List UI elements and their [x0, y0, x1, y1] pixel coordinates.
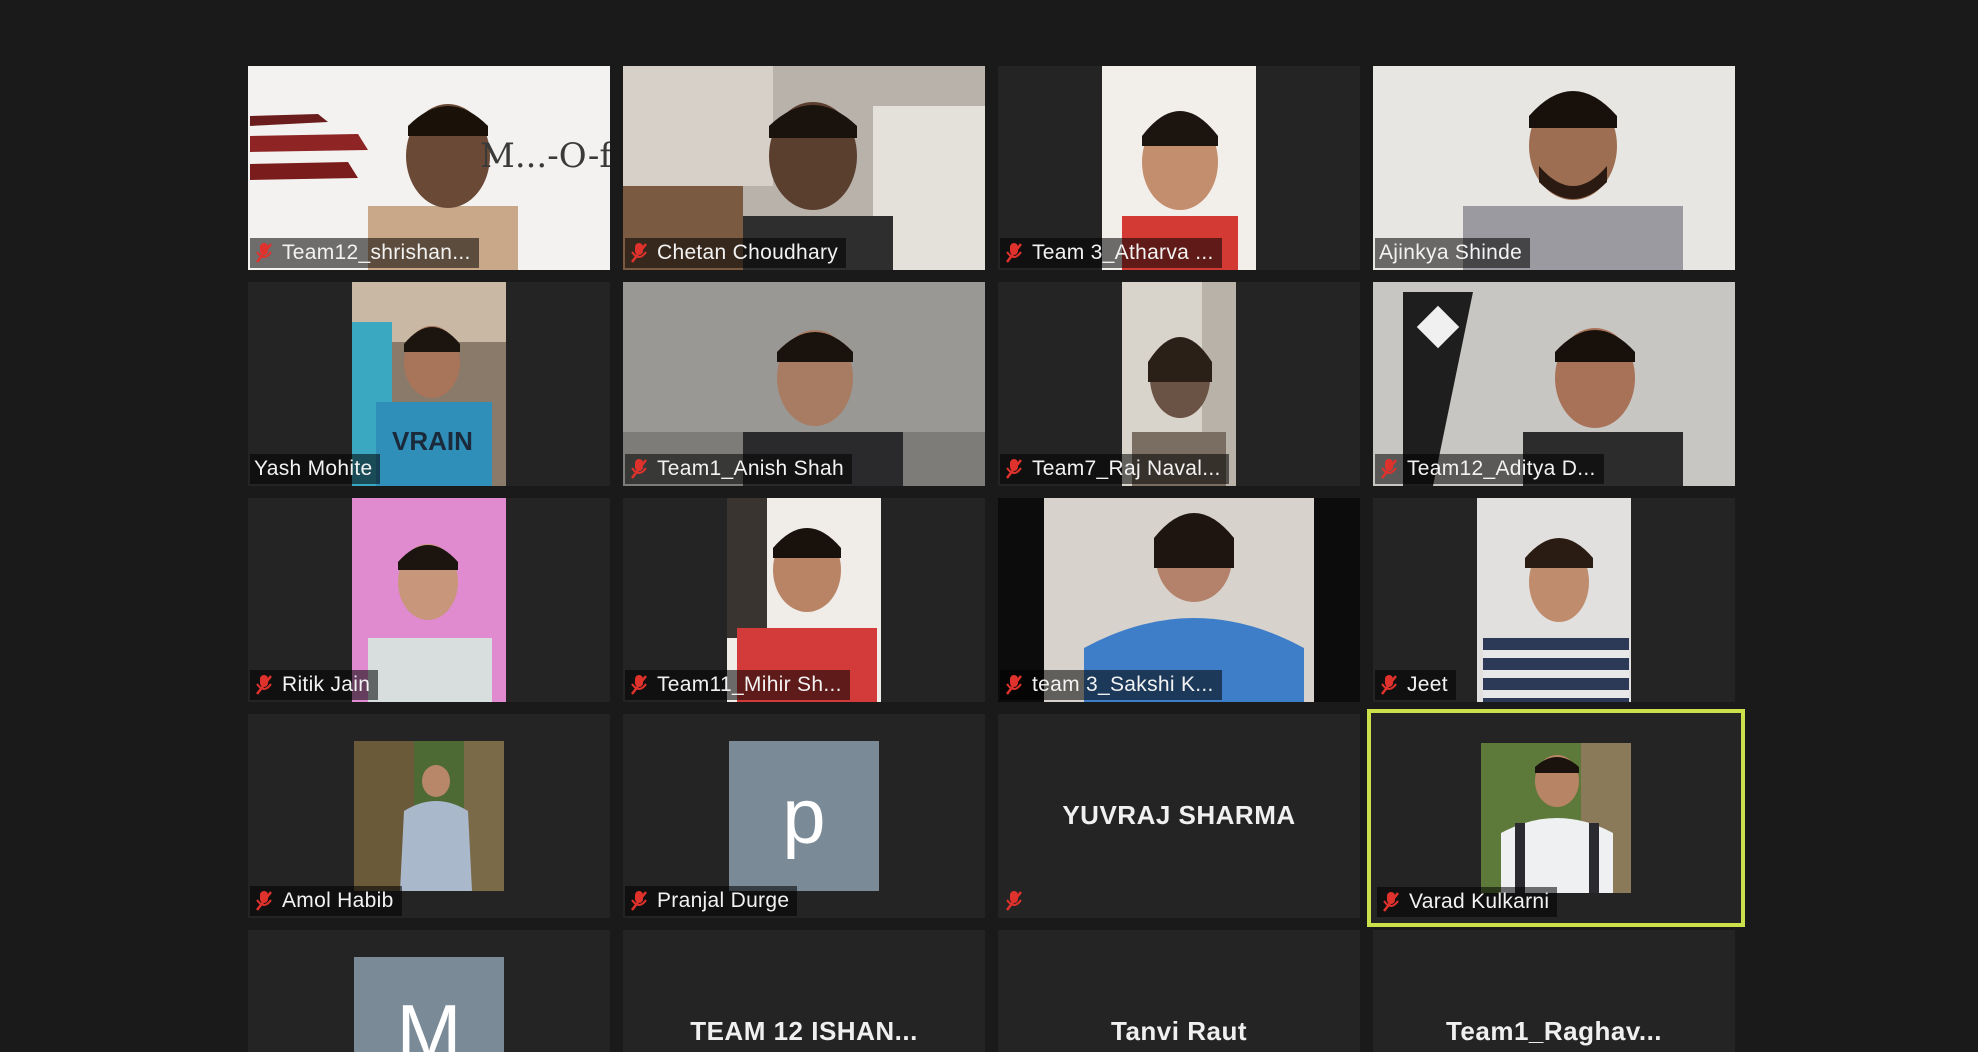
participant-tile[interactable]: Tanvi Raut — [998, 930, 1360, 1052]
meeting-gallery: M...-O-free Team12_shrishan... Chetan Ch… — [0, 0, 1978, 1052]
participant-name: Team 3_Atharva ... — [1032, 241, 1214, 264]
participant-tile[interactable]: Amol Habib — [248, 714, 610, 918]
participant-tile[interactable]: YUVRAJ SHARMA — [998, 714, 1360, 918]
participant-name: Varad Kulkarni — [1409, 890, 1550, 913]
mic-muted-icon — [1006, 459, 1022, 479]
avatar: M — [354, 957, 504, 1052]
participant-name-bar: Ajinkya Shinde — [1375, 238, 1531, 268]
participant-name: Ritik Jain — [282, 673, 371, 696]
participant-tile[interactable]: M — [248, 930, 610, 1052]
participant-name: Jeet — [1407, 673, 1448, 696]
participant-name-bar — [1000, 886, 1040, 916]
participant-name: Team11_Mihir Sh... — [657, 673, 842, 696]
participant-tile[interactable]: Jeet — [1373, 498, 1735, 702]
banner-text: M...-O-free — [480, 136, 610, 176]
participant-tile[interactable]: Team1_Anish Shah — [623, 282, 985, 486]
mic-muted-icon — [256, 243, 272, 263]
participant-display-name: TEAM 12 ISHAN... — [690, 1016, 918, 1046]
participant-tile[interactable]: M...-O-free Team12_shrishan... — [248, 66, 610, 270]
participant-name-bar: Varad Kulkarni — [1377, 887, 1558, 917]
participant-tile[interactable]: Team 3_Atharva ... — [998, 66, 1360, 270]
participant-name: Team1_Anish Shah — [657, 457, 844, 480]
participant-tile[interactable]: Team12_Aditya D... — [1373, 282, 1735, 486]
participant-name-bar: Team 3_Atharva ... — [1000, 238, 1222, 268]
mic-muted-icon — [1381, 459, 1397, 479]
participant-name: Amol Habib — [282, 889, 394, 912]
mic-muted-icon — [631, 891, 647, 911]
participant-display-name: Tanvi Raut — [1111, 1016, 1247, 1046]
participant-video — [354, 741, 504, 891]
participant-tile[interactable]: p Pranjal Durge — [623, 714, 985, 918]
participant-tile[interactable]: Ajinkya Shinde — [1373, 66, 1735, 270]
participant-name: Team12_Aditya D... — [1407, 457, 1596, 480]
participant-name-bar: Team1_Anish Shah — [625, 454, 852, 484]
participant-tile[interactable]: Ritik Jain — [248, 498, 610, 702]
mic-muted-icon — [631, 459, 647, 479]
mic-muted-icon — [256, 675, 272, 695]
participant-name-bar: Ritik Jain — [250, 670, 379, 700]
participant-name-bar: team 3_Sakshi K... — [1000, 670, 1222, 700]
mic-muted-icon — [631, 675, 647, 695]
participant-name-bar: Team12_Aditya D... — [1375, 454, 1604, 484]
participant-name-bar: Jeet — [1375, 670, 1456, 700]
participant-display-name: YUVRAJ SHARMA — [1062, 800, 1296, 830]
participant-tile[interactable]: Team11_Mihir Sh... — [623, 498, 985, 702]
participant-video — [1477, 498, 1631, 702]
participant-name-bar: Pranjal Durge — [625, 886, 798, 916]
participant-name-bar: Amol Habib — [250, 886, 402, 916]
participant-tile[interactable]: Team1_Raghav... — [1373, 930, 1735, 1052]
participant-display-name: Team1_Raghav... — [1445, 1016, 1663, 1046]
participant-name-bar: Team11_Mihir Sh... — [625, 670, 850, 700]
participant-name-bar: Team7_Raj Naval... — [1000, 454, 1229, 484]
mic-muted-icon — [1006, 891, 1022, 911]
participant-name: Ajinkya Shinde — [1379, 241, 1523, 264]
participant-name-bar: Team12_shrishan... — [250, 238, 479, 268]
mic-muted-icon — [1006, 243, 1022, 263]
mic-muted-icon — [1381, 675, 1397, 695]
participant-tile[interactable]: TEAM 12 ISHAN... — [623, 930, 985, 1052]
participant-name: Pranjal Durge — [657, 889, 790, 912]
participant-tile[interactable]: team 3_Sakshi K... — [998, 498, 1360, 702]
participant-name: team 3_Sakshi K... — [1032, 673, 1214, 696]
participant-tile[interactable]: Chetan Choudhary — [623, 66, 985, 270]
mic-muted-icon — [631, 243, 647, 263]
participant-tile[interactable]: VRAIN Yash Mohite — [248, 282, 610, 486]
participant-name: Chetan Choudhary — [657, 241, 839, 264]
avatar: p — [729, 741, 879, 891]
participant-tile[interactable]: Team7_Raj Naval... — [998, 282, 1360, 486]
participant-name: Team12_shrishan... — [282, 241, 471, 264]
active-speaker-tile[interactable]: Varad Kulkarni — [1367, 709, 1745, 927]
participant-name-bar: Yash Mohite — [250, 454, 381, 484]
participant-video — [1481, 743, 1631, 893]
participant-name: Team7_Raj Naval... — [1032, 457, 1221, 480]
mic-muted-icon — [1383, 892, 1399, 912]
participant-name-bar: Chetan Choudhary — [625, 238, 847, 268]
participant-name: Yash Mohite — [254, 457, 373, 480]
mic-muted-icon — [1006, 675, 1022, 695]
svg-text:VRAIN: VRAIN — [392, 426, 473, 456]
mic-muted-icon — [256, 891, 272, 911]
